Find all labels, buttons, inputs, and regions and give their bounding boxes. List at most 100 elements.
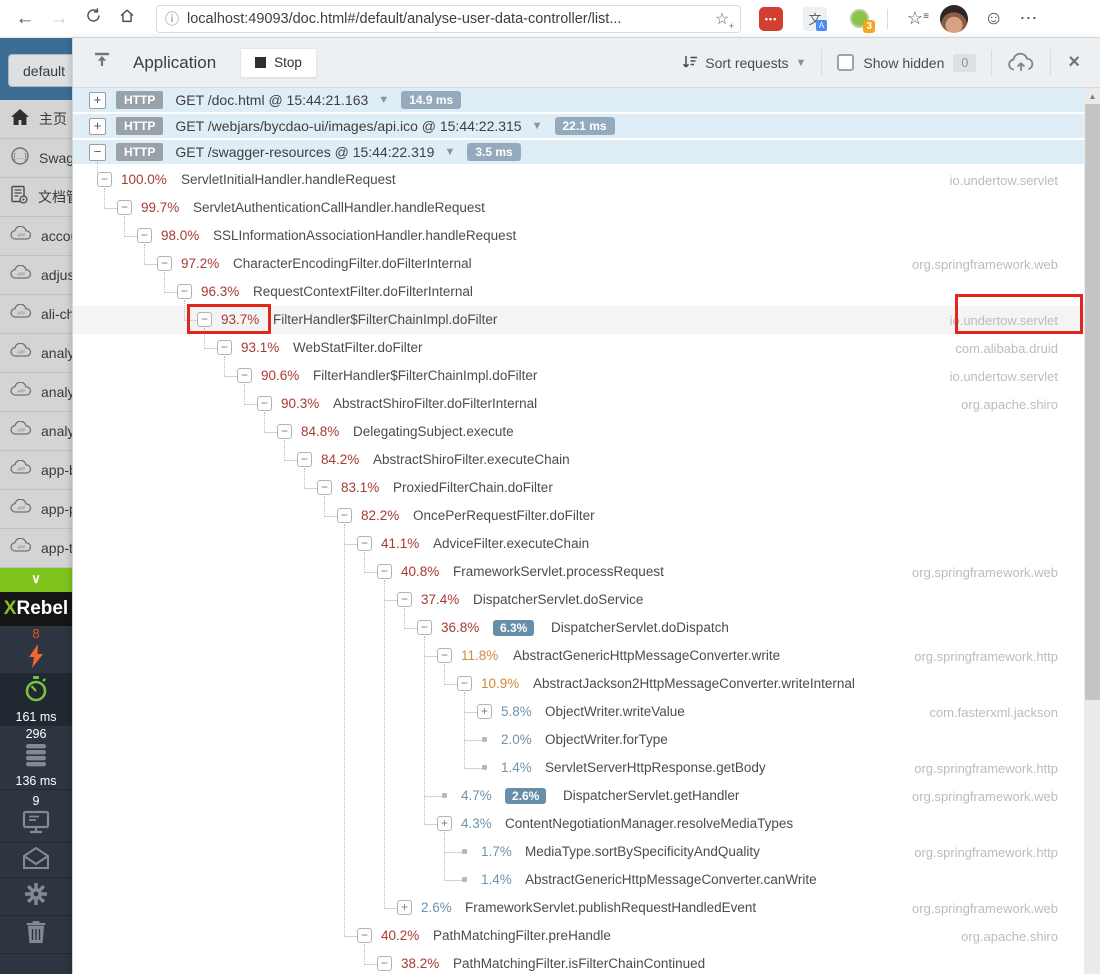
sidebar-item-文档管[interactable]: 文档管: [0, 178, 72, 217]
expand-node-icon[interactable]: +: [397, 900, 412, 915]
call-tree-row[interactable]: −40.8% FrameworkServlet.processRequest org…: [73, 558, 1084, 586]
call-tree-row[interactable]: −10.9% AbstractJackson2HttpMessageConvert…: [73, 670, 1084, 698]
collapse-node-icon[interactable]: −: [377, 564, 392, 579]
sort-requests-dropdown[interactable]: Sort requests ▼: [682, 55, 806, 71]
call-tree-row[interactable]: −100.0% ServletInitialHandler.handleReque…: [73, 166, 1084, 194]
sidebar-item-主页[interactable]: 主页: [0, 100, 72, 139]
profile-avatar[interactable]: [940, 4, 968, 33]
collapse-node-icon[interactable]: −: [377, 956, 392, 971]
collapse-node-icon[interactable]: −: [237, 368, 252, 383]
sidebar-item-accou[interactable]: API accou: [0, 217, 72, 256]
collapse-node-icon[interactable]: −: [197, 312, 212, 327]
address-bar[interactable]: ⓘ localhost:49093/doc.html#/default/anal…: [156, 4, 741, 33]
browser-menu-icon[interactable]: ⋯: [1019, 8, 1038, 29]
page-info-icon[interactable]: ⓘ: [165, 9, 179, 29]
collapse-node-icon[interactable]: −: [397, 592, 412, 607]
stop-button[interactable]: Stop: [240, 47, 317, 78]
close-panel-icon[interactable]: ×: [1066, 51, 1082, 74]
extension-badge-icon[interactable]: 3: [847, 7, 875, 33]
collapse-node-icon[interactable]: −: [137, 228, 152, 243]
sidebar-item-app-b[interactable]: API app-b: [0, 451, 72, 490]
xrebel-settings-item[interactable]: [0, 878, 72, 916]
xrebel-collapse-button[interactable]: ∨: [0, 568, 72, 592]
feedback-smiley-icon[interactable]: ☺: [984, 8, 1003, 30]
collapse-node-icon[interactable]: −: [257, 396, 272, 411]
forward-icon[interactable]: →: [42, 8, 76, 30]
call-percentage: 93.7%: [221, 312, 260, 327]
collapse-node-icon[interactable]: −: [297, 452, 312, 467]
call-tree-row[interactable]: −41.1% AdviceFilter.executeChain: [73, 530, 1084, 558]
environment-select[interactable]: default: [8, 54, 72, 87]
show-hidden-checkbox[interactable]: [837, 54, 855, 71]
scrollbar[interactable]: ▲: [1084, 88, 1100, 974]
collapse-node-icon[interactable]: −: [337, 508, 352, 523]
call-tree-row[interactable]: 1.4% ServletServerHttpResponse.getBody org…: [73, 754, 1084, 782]
scroll-up-arrow[interactable]: ▲: [1084, 88, 1100, 104]
sidebar-item-app-tr[interactable]: API app-tr: [0, 529, 72, 568]
call-tree-row[interactable]: −90.3% AbstractShiroFilter.doFilterIntern…: [73, 390, 1084, 418]
bookmark-star-icon[interactable]: ☆ +: [712, 9, 734, 31]
dock-top-icon[interactable]: [93, 52, 111, 73]
call-tree-row[interactable]: 4.7% 2.6% DispatcherServlet.getHandler org.…: [73, 782, 1084, 810]
xrebel-events-item[interactable]: 9: [0, 790, 72, 843]
xrebel-mail-item[interactable]: [0, 843, 72, 878]
call-tree-row[interactable]: 2.0% ObjectWriter.forType: [73, 726, 1084, 754]
call-tree-row[interactable]: −38.2% PathMatchingFilter.isFilterChainCo…: [73, 950, 1084, 974]
call-tree-row[interactable]: 1.7% MediaType.sortBySpecificityAndQualit…: [73, 838, 1084, 866]
sidebar-item-analys[interactable]: API analys: [0, 334, 72, 373]
xrebel-logo[interactable]: X Rebel: [0, 592, 72, 626]
call-tree-row[interactable]: −84.8% DelegatingSubject.execute: [73, 418, 1084, 446]
call-tree-row[interactable]: −37.4% DispatcherServlet.doService: [73, 586, 1084, 614]
collapse-node-icon[interactable]: −: [177, 284, 192, 299]
call-tree-row[interactable]: −40.2% PathMatchingFilter.preHandle org.ap…: [73, 922, 1084, 950]
sidebar-item-analys[interactable]: API analys: [0, 412, 72, 451]
tree-connector: [464, 712, 477, 713]
home-icon[interactable]: [110, 7, 144, 31]
scrollbar-thumb[interactable]: [1085, 104, 1100, 700]
call-tree-row[interactable]: 1.4% AbstractGenericHttpMessageConverter.…: [73, 866, 1084, 894]
translate-icon[interactable]: 文A: [803, 6, 827, 31]
call-tree-row[interactable]: −99.7% ServletAuthenticationCallHandler.h…: [73, 194, 1084, 222]
sidebar-header: default: [0, 38, 72, 100]
collapse-node-icon[interactable]: −: [217, 340, 232, 355]
call-tree-row[interactable]: −82.2% OncePerRequestFilter.doFilter: [73, 502, 1084, 530]
refresh-icon[interactable]: [76, 7, 110, 30]
collapse-node-icon[interactable]: −: [417, 620, 432, 635]
cloud-upload-icon[interactable]: [1007, 52, 1035, 74]
call-tree-row[interactable]: −96.3% RequestContextFilter.doFilterInter…: [73, 278, 1084, 306]
call-tree-row[interactable]: −83.1% ProxiedFilterChain.doFilter: [73, 474, 1084, 502]
call-tree-row[interactable]: −11.8% AbstractGenericHttpMessageConverte…: [73, 642, 1084, 670]
collapse-node-icon[interactable]: −: [437, 648, 452, 663]
collapse-node-icon[interactable]: −: [117, 200, 132, 215]
sidebar-item-ali-ch[interactable]: API ali-ch: [0, 295, 72, 334]
call-tree-row[interactable]: +5.8% ObjectWriter.writeValue com.fasterxm…: [73, 698, 1084, 726]
call-tree-row[interactable]: −84.2% AbstractShiroFilter.executeChain: [73, 446, 1084, 474]
call-tree-row[interactable]: +4.3% ContentNegotiationManager.resolveMe…: [73, 810, 1084, 838]
collapse-node-icon[interactable]: −: [357, 536, 372, 551]
sidebar-item-adjust[interactable]: API adjust: [0, 256, 72, 295]
collapse-node-icon[interactable]: −: [457, 676, 472, 691]
call-tree-row[interactable]: −97.2% CharacterEncodingFilter.doFilterIn…: [73, 250, 1084, 278]
collapse-node-icon[interactable]: −: [317, 480, 332, 495]
call-tree-row[interactable]: −98.0% SSLInformationAssociationHandler.h…: [73, 222, 1084, 250]
password-extension-icon[interactable]: •••: [759, 6, 783, 31]
call-tree-row[interactable]: −36.8% 6.3% DispatcherServlet.doDispatch: [73, 614, 1084, 642]
expand-node-icon[interactable]: +: [477, 704, 492, 719]
package-name: org.springframework.http: [914, 845, 1058, 860]
collapse-node-icon[interactable]: −: [357, 928, 372, 943]
xrebel-trash-item[interactable]: [0, 916, 72, 954]
call-tree-row[interactable]: −93.7% FilterHandler$FilterChainImpl.doFi…: [73, 306, 1084, 334]
collapse-node-icon[interactable]: −: [277, 424, 292, 439]
collapse-node-icon[interactable]: −: [97, 172, 112, 187]
xrebel-app-time-item[interactable]: 161 ms: [0, 674, 72, 726]
expand-node-icon[interactable]: +: [437, 816, 452, 831]
sidebar-item-app-p[interactable]: API app-p: [0, 490, 72, 529]
xrebel-exceptions-item[interactable]: 8: [0, 626, 72, 674]
sidebar-item-Swagg[interactable]: {…} Swagg: [0, 139, 72, 178]
sidebar-item-analys[interactable]: API analys: [0, 373, 72, 412]
xrebel-database-item[interactable]: 296 136 ms: [0, 726, 72, 790]
favorites-icon[interactable]: ☆ ≡: [902, 8, 929, 29]
call-tree-row[interactable]: +2.6% FrameworkServlet.publishRequestHand…: [73, 894, 1084, 922]
collapse-node-icon[interactable]: −: [157, 256, 172, 271]
back-icon[interactable]: ←: [8, 8, 42, 30]
